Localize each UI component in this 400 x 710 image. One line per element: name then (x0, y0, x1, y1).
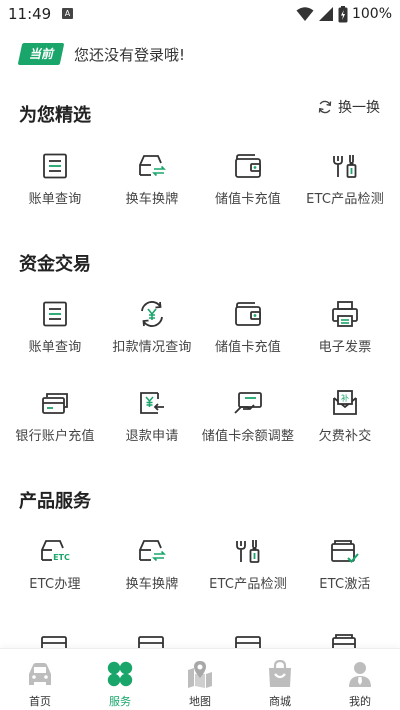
featured-item-label: 换车换牌 (125, 192, 179, 207)
printer-icon (332, 301, 358, 327)
wallet-icon (235, 154, 261, 178)
featured-item-car-swap[interactable]: 换车换牌 (102, 152, 202, 207)
status-bar: 11:49 A 100% (0, 0, 400, 28)
status-time: 11:49 (8, 5, 52, 23)
profile-icon (349, 662, 371, 687)
funds-item-label: 储值卡余额调整 (201, 429, 295, 444)
nav-shop-label: 商城 (269, 695, 291, 708)
products-item-etc-check[interactable]: ETC产品检测 (198, 537, 298, 592)
funds-item-label: 账单查询 (28, 340, 82, 355)
shop-icon (269, 660, 291, 687)
svg-text:补: 补 (341, 393, 349, 403)
funds-section-title: 资金交易 (19, 254, 91, 275)
notification-a-icon: A (62, 8, 73, 19)
funds-item-label: 银行账户充值 (15, 429, 95, 444)
funds-item-refund[interactable]: 退款申请 (102, 389, 202, 444)
login-prompt[interactable]: 当前 您还没有登录哦! (17, 42, 185, 66)
bill-icon (43, 301, 67, 327)
funds-item-label: 欠费补交 (318, 429, 372, 444)
products-section-title: 产品服务 (19, 491, 91, 512)
services-icon (107, 661, 133, 687)
car-swap-icon (139, 155, 166, 177)
products-item-label: 换车换牌 (125, 577, 179, 592)
funds-item-label: 电子发票 (318, 340, 372, 355)
current-badge: 当前 (17, 43, 65, 65)
funds-item-arrears[interactable]: 补 欠费补交 (295, 389, 395, 444)
featured-item-label: 储值卡充值 (214, 192, 281, 207)
login-message[interactable]: 您还没有登录哦! (74, 44, 185, 65)
funds-item-wallet[interactable]: 储值卡充值 (198, 300, 298, 355)
funds-item-invoice[interactable]: 电子发票 (295, 300, 395, 355)
featured-item-wallet[interactable]: 储值卡充值 (198, 152, 298, 207)
bank-card-icon (42, 393, 68, 414)
nav-services[interactable]: 服务 (80, 649, 160, 710)
funds-item-bank-recharge[interactable]: 银行账户充值 (5, 389, 105, 444)
shuffle-button[interactable]: 换一换 (317, 97, 380, 117)
refresh-icon (318, 100, 332, 114)
wifi-icon (296, 7, 314, 21)
etc-activate-icon (331, 540, 359, 563)
shuffle-label: 换一换 (338, 100, 380, 116)
featured-item-label: 账单查询 (28, 192, 82, 207)
bill-icon (43, 153, 67, 179)
home-icon (29, 663, 51, 685)
wallet-icon (235, 302, 261, 326)
tools-icon (333, 155, 357, 178)
signal-icon (318, 7, 333, 21)
car-swap-icon (139, 540, 166, 562)
funds-item-deduction[interactable]: 扣款情况查询 (102, 300, 202, 355)
service-page: 11:49 A 100% 当前 您还没有登录哦! 为您精选 换一换 账单查询 换… (0, 0, 400, 710)
bottom-navigation: 首页 服务 地图 商城 我的 (0, 648, 400, 710)
featured-item-label: ETC产品检测 (306, 192, 384, 207)
featured-section-title: 为您精选 (19, 105, 91, 126)
nav-profile[interactable]: 我的 (320, 649, 400, 710)
battery-icon (338, 5, 348, 22)
nav-home-label: 首页 (29, 695, 51, 708)
nav-map-label: 地图 (189, 695, 211, 708)
nav-profile-label: 我的 (349, 695, 371, 708)
funds-item-label: 储值卡充值 (214, 340, 281, 355)
products-item-label: ETC产品检测 (209, 577, 287, 592)
funds-item-bill[interactable]: 账单查询 (5, 300, 105, 355)
nav-shop[interactable]: 商城 (240, 649, 320, 710)
status-indicators: 100% (296, 4, 392, 24)
svg-text:ETC: ETC (53, 553, 70, 562)
arrears-icon: 补 (333, 390, 357, 415)
deduction-icon (141, 301, 163, 327)
products-item-label: ETC激活 (319, 577, 371, 592)
nav-services-label: 服务 (109, 695, 131, 708)
refund-icon (140, 392, 164, 414)
battery-percent: 100% (351, 6, 392, 22)
products-item-etc-apply[interactable]: ETC ETC办理 (5, 537, 105, 592)
featured-item-etc-check[interactable]: ETC产品检测 (295, 152, 395, 207)
funds-item-label: 退款申请 (125, 429, 179, 444)
featured-item-bill[interactable]: 账单查询 (5, 152, 105, 207)
tools-icon (236, 540, 260, 563)
products-item-etc-activate[interactable]: ETC激活 (295, 537, 395, 592)
products-item-label: ETC办理 (29, 577, 81, 592)
funds-item-balance-adjust[interactable]: 储值卡余额调整 (198, 389, 298, 444)
balance-adjust-icon (234, 392, 262, 414)
funds-item-label: 扣款情况查询 (112, 340, 192, 355)
nav-map[interactable]: 地图 (160, 649, 240, 710)
etc-car-icon: ETC (41, 540, 70, 562)
nav-home[interactable]: 首页 (0, 649, 80, 710)
map-icon (188, 661, 212, 688)
products-item-car-swap[interactable]: 换车换牌 (102, 537, 202, 592)
